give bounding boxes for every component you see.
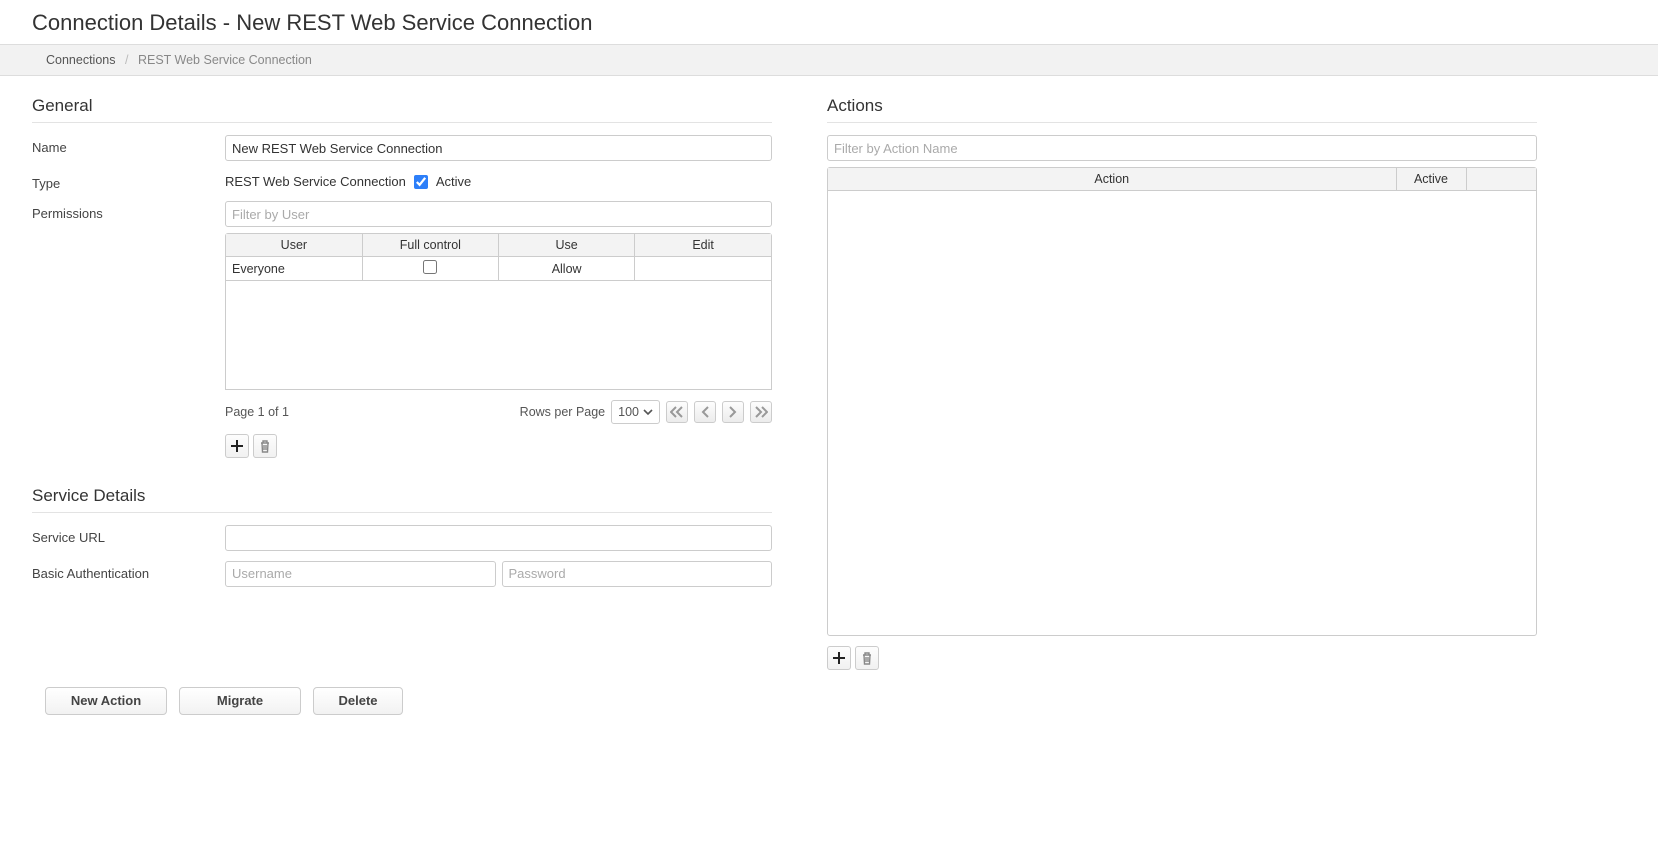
actions-col-action: Action bbox=[828, 168, 1396, 191]
permissions-delete-button[interactable] bbox=[253, 434, 277, 458]
breadcrumb-current: REST Web Service Connection bbox=[138, 53, 312, 67]
chevron-left-icon bbox=[700, 406, 710, 418]
page-title: Connection Details - New REST Web Servic… bbox=[32, 10, 1626, 36]
breadcrumb-separator: / bbox=[125, 53, 128, 67]
page-title-bar: Connection Details - New REST Web Servic… bbox=[0, 0, 1658, 44]
perm-cell-edit bbox=[635, 257, 771, 281]
basic-auth-label: Basic Authentication bbox=[32, 561, 225, 581]
active-checkbox[interactable] bbox=[414, 175, 428, 189]
actions-filter-input[interactable] bbox=[827, 135, 1537, 161]
type-label: Type bbox=[32, 171, 225, 191]
service-url-input[interactable] bbox=[225, 525, 772, 551]
pager-next-button[interactable] bbox=[722, 401, 744, 423]
type-value: REST Web Service Connection bbox=[225, 174, 406, 189]
pager-text: Page 1 of 1 bbox=[225, 405, 289, 419]
perm-cell-user: Everyone bbox=[226, 257, 362, 281]
permissions-table: User Full control Use Edit Everyone bbox=[225, 233, 772, 390]
service-details-header: Service Details bbox=[32, 486, 772, 513]
perm-full-checkbox[interactable] bbox=[423, 260, 437, 274]
permissions-filter-input[interactable] bbox=[225, 201, 772, 227]
rows-per-page-select[interactable]: 100 bbox=[611, 400, 660, 424]
breadcrumb: Connections / REST Web Service Connectio… bbox=[0, 44, 1658, 76]
plus-icon bbox=[230, 439, 244, 453]
name-input[interactable] bbox=[225, 135, 772, 161]
rows-per-page-value: 100 bbox=[618, 405, 639, 419]
actions-add-button[interactable] bbox=[827, 646, 851, 670]
actions-header: Actions bbox=[827, 96, 1537, 123]
chevron-double-right-icon bbox=[754, 406, 768, 418]
trash-icon bbox=[258, 439, 272, 453]
chevron-down-icon bbox=[643, 407, 653, 417]
name-label: Name bbox=[32, 135, 225, 155]
perm-cell-use: Allow bbox=[499, 257, 635, 281]
username-input[interactable] bbox=[225, 561, 496, 587]
permissions-add-button[interactable] bbox=[225, 434, 249, 458]
perm-cell-full bbox=[362, 257, 498, 281]
general-header: General bbox=[32, 96, 772, 123]
perm-col-user: User bbox=[226, 234, 362, 257]
actions-col-blank bbox=[1466, 168, 1536, 191]
plus-icon bbox=[832, 651, 846, 665]
active-label: Active bbox=[436, 174, 471, 189]
perm-col-edit: Edit bbox=[635, 234, 771, 257]
breadcrumb-link-connections[interactable]: Connections bbox=[46, 53, 116, 67]
actions-col-active: Active bbox=[1396, 168, 1466, 191]
actions-delete-button[interactable] bbox=[855, 646, 879, 670]
chevron-right-icon bbox=[728, 406, 738, 418]
table-row[interactable]: Everyone Allow bbox=[226, 257, 771, 281]
chevron-double-left-icon bbox=[670, 406, 684, 418]
password-input[interactable] bbox=[502, 561, 773, 587]
rows-per-page-label: Rows per Page bbox=[520, 405, 605, 419]
new-action-button[interactable]: New Action bbox=[45, 687, 167, 715]
actions-table: Action Active bbox=[827, 167, 1537, 636]
pager-prev-button[interactable] bbox=[694, 401, 716, 423]
trash-icon bbox=[860, 651, 874, 665]
migrate-button[interactable]: Migrate bbox=[179, 687, 301, 715]
permissions-label: Permissions bbox=[32, 201, 225, 221]
pager-first-button[interactable] bbox=[666, 401, 688, 423]
actions-empty-area bbox=[828, 191, 1536, 635]
perm-col-full: Full control bbox=[362, 234, 498, 257]
service-url-label: Service URL bbox=[32, 525, 225, 545]
pager-last-button[interactable] bbox=[750, 401, 772, 423]
perm-col-use: Use bbox=[499, 234, 635, 257]
delete-button[interactable]: Delete bbox=[313, 687, 403, 715]
